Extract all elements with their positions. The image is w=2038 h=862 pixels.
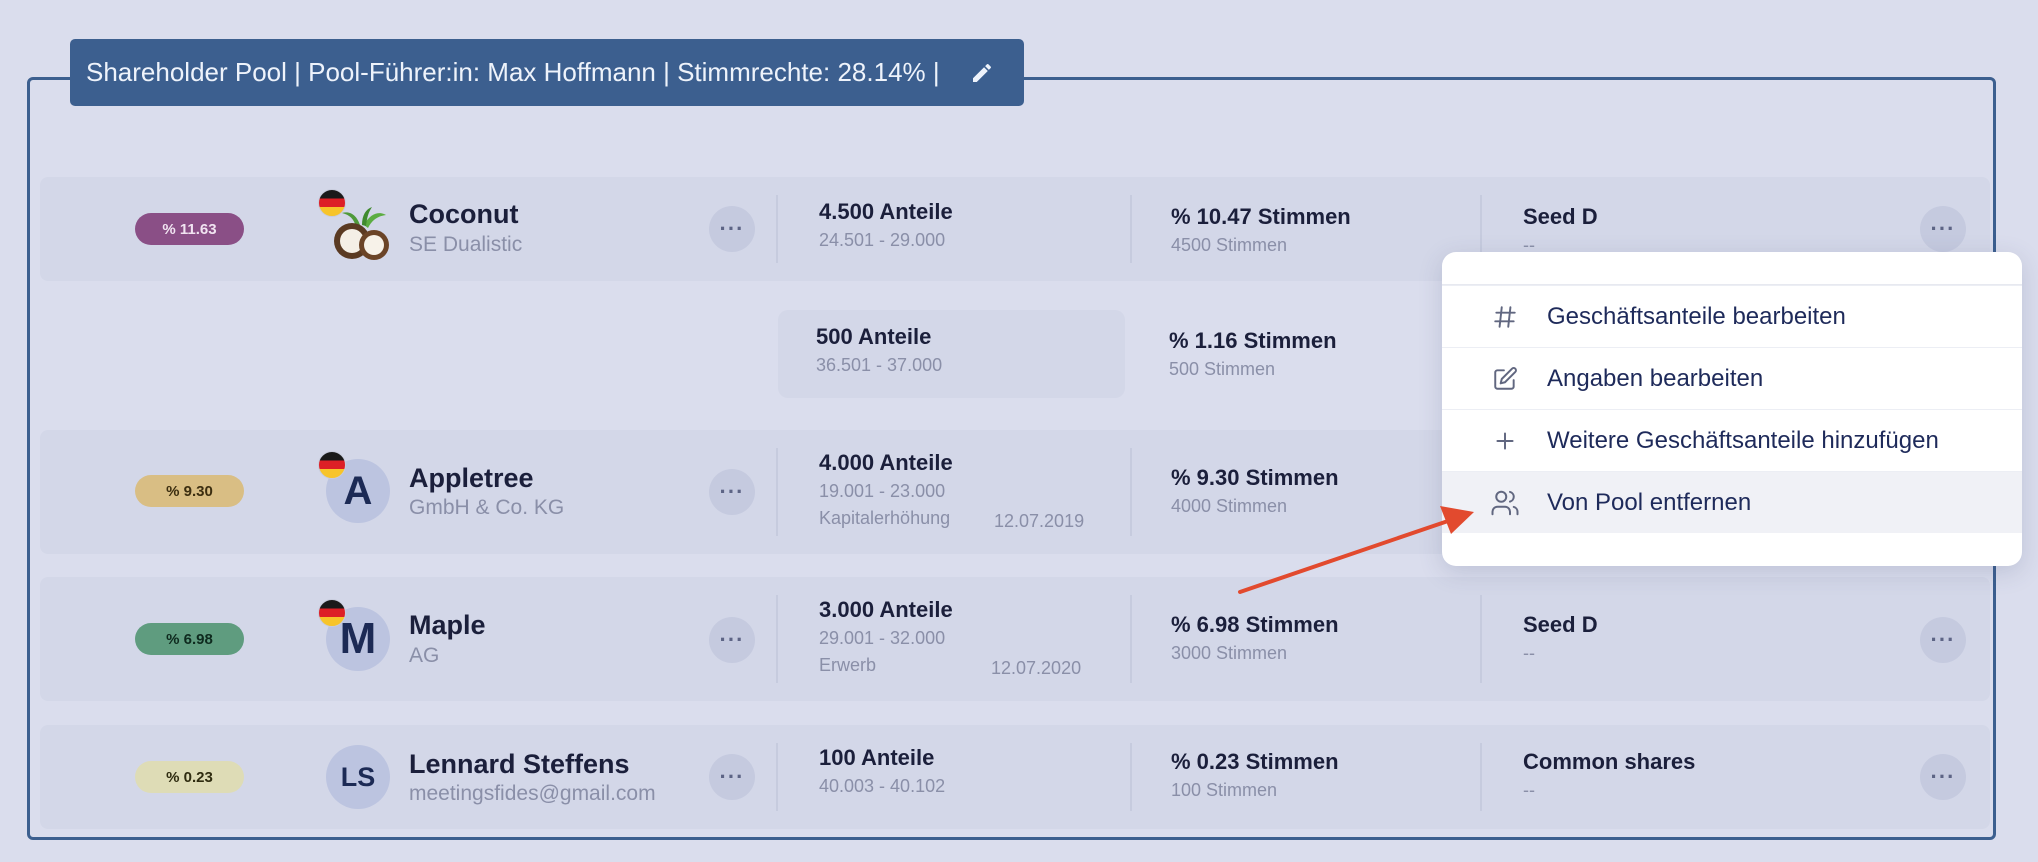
annotation-arrow	[1238, 506, 1474, 594]
